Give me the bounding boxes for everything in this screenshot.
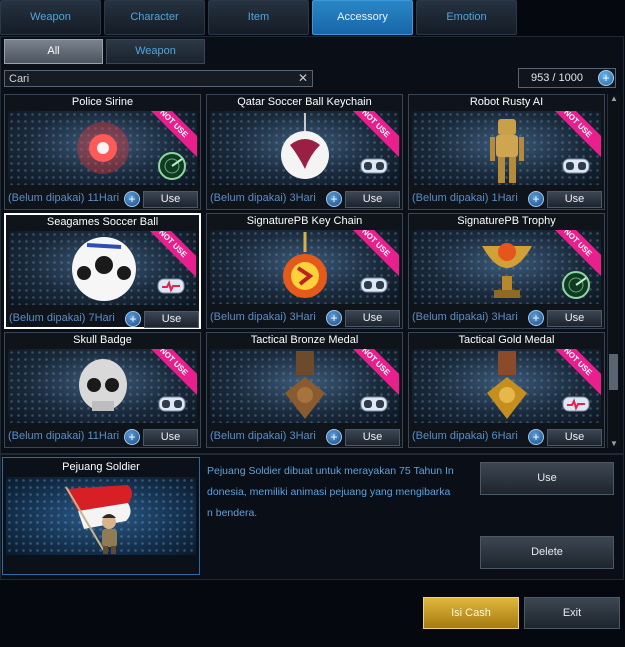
item-image: NOT USE xyxy=(210,111,399,185)
isi-cash-button[interactable]: Isi Cash xyxy=(423,597,519,629)
goggles-icon xyxy=(562,158,590,174)
extend-plus-icon[interactable]: + xyxy=(326,191,342,207)
item-use-button[interactable]: Use xyxy=(345,191,400,208)
item-image: NOT USE xyxy=(412,349,601,423)
item-duration: (Belum dipakai) 7Hari xyxy=(9,312,115,324)
item-image: NOT USE xyxy=(210,349,399,423)
delete-button[interactable]: Delete xyxy=(480,536,614,569)
item-use-button[interactable]: Use xyxy=(143,429,198,446)
item-name: SignaturePB Key Chain xyxy=(246,215,363,227)
item-duration: (Belum dipakai) 3Hari xyxy=(412,311,518,323)
inventory-counter: 953 / 1000 + xyxy=(518,68,616,88)
item-card[interactable]: Tactical Bronze Medal NOT USE (Belum dipak… xyxy=(206,332,403,448)
tab-character[interactable]: Character xyxy=(104,0,205,35)
tab-emotion[interactable]: Emotion xyxy=(416,0,517,35)
search-input[interactable] xyxy=(7,71,297,86)
item-use-button[interactable]: Use xyxy=(547,191,602,208)
subtab-all[interactable]: All xyxy=(4,39,103,64)
tab-item[interactable]: Item xyxy=(208,0,309,35)
goggles-icon xyxy=(158,396,186,412)
item-duration: (Belum dipakai) 3Hari xyxy=(210,430,316,442)
item-name: Tactical Gold Medal xyxy=(458,334,555,346)
item-image: NOT USE xyxy=(8,111,197,185)
item-use-button[interactable]: Use xyxy=(345,429,400,446)
item-name: SignaturePB Trophy xyxy=(457,215,556,227)
search-box[interactable]: ✕ xyxy=(4,70,313,87)
item-card[interactable]: Robot Rusty AI NOT USE (Belum dipakai) 1Ha… xyxy=(408,94,605,210)
extend-plus-icon[interactable]: + xyxy=(124,191,140,207)
item-name: Skull Badge xyxy=(73,334,132,346)
item-name: Tactical Bronze Medal xyxy=(250,334,359,346)
item-duration: (Belum dipakai) 3Hari xyxy=(210,311,316,323)
health-goggles-icon xyxy=(562,396,590,412)
item-description: Pejuang Soldier dibuat untuk merayakan 7… xyxy=(207,465,454,519)
soldier-flag-icon xyxy=(65,485,132,554)
extend-plus-icon[interactable]: + xyxy=(326,429,342,445)
goggles-icon xyxy=(360,396,388,412)
item-name: Robot Rusty AI xyxy=(469,96,544,108)
item-card[interactable]: SignaturePB Trophy NOT USE (Belum dipakai)… xyxy=(408,213,605,329)
scroll-up-icon[interactable]: ▲ xyxy=(608,94,620,103)
item-name: Police Sirine xyxy=(71,96,134,108)
goggles-icon xyxy=(360,158,388,174)
item-image: NOT USE xyxy=(412,111,601,185)
extend-plus-icon[interactable]: + xyxy=(125,311,141,327)
extend-plus-icon[interactable]: + xyxy=(326,310,342,326)
extend-plus-icon[interactable]: + xyxy=(528,429,544,445)
item-image: NOT USE xyxy=(8,349,197,423)
close-icon[interactable]: ✕ xyxy=(298,71,308,86)
inventory-count: 953 / 1000 xyxy=(531,72,583,84)
item-card[interactable]: SignaturePB Key Chain NOT USE (Belum dipak… xyxy=(206,213,403,329)
tab-accessory[interactable]: Accessory xyxy=(312,0,413,35)
item-list-scrollbar[interactable]: ▲ ▼ xyxy=(607,94,620,448)
radar-icon xyxy=(562,271,590,299)
item-image: NOT USE xyxy=(412,230,601,304)
item-use-button[interactable]: Use xyxy=(547,310,602,327)
item-card[interactable]: Seagames Soccer Ball NOT USE (Belum dipaka… xyxy=(4,213,201,329)
item-image: NOT USE xyxy=(210,230,399,304)
use-button[interactable]: Use xyxy=(480,462,614,495)
item-name: Qatar Soccer Ball Keychain xyxy=(237,96,372,108)
item-use-button[interactable]: Use xyxy=(547,429,602,446)
item-duration: (Belum dipakai) 6Hari xyxy=(412,430,518,442)
tab-weapon[interactable]: Weapon xyxy=(0,0,101,35)
item-duration: (Belum dipakai) 11Hari xyxy=(8,430,120,442)
preview-image xyxy=(6,477,196,555)
item-card[interactable]: Qatar Soccer Ball Keychain NOT USE (Belum … xyxy=(206,94,403,210)
item-name: Seagames Soccer Ball xyxy=(46,216,159,228)
item-use-button[interactable]: Use xyxy=(143,191,198,208)
exit-button[interactable]: Exit xyxy=(524,597,620,629)
health-goggles-icon xyxy=(157,278,185,294)
item-use-button[interactable]: Use xyxy=(345,310,400,327)
item-card[interactable]: Tactical Gold Medal NOT USE (Belum dipakai… xyxy=(408,332,605,448)
item-duration: (Belum dipakai) 1Hari xyxy=(412,192,518,204)
preview-item-name: Pejuang Soldier xyxy=(62,461,140,473)
extend-plus-icon[interactable]: + xyxy=(528,310,544,326)
item-image: NOT USE xyxy=(9,231,196,305)
extend-plus-icon[interactable]: + xyxy=(528,191,544,207)
scrollbar-thumb[interactable] xyxy=(609,354,618,390)
item-card[interactable]: Skull Badge NOT USE (Belum dipakai) 11Hari… xyxy=(4,332,201,448)
item-card[interactable]: Police Sirine NOT USE (Belum dipakai) 11Ha… xyxy=(4,94,201,210)
scroll-down-icon[interactable]: ▼ xyxy=(608,439,620,448)
item-duration: (Belum dipakai) 3Hari xyxy=(210,192,316,204)
item-use-button[interactable]: Use xyxy=(144,311,199,328)
extend-plus-icon[interactable]: + xyxy=(124,429,140,445)
item-duration: (Belum dipakai) 11Hari xyxy=(8,192,120,204)
expand-inventory-plus-icon[interactable]: + xyxy=(598,70,614,86)
radar-icon xyxy=(158,152,186,180)
subtab-weapon[interactable]: Weapon xyxy=(106,39,205,64)
goggles-icon xyxy=(360,277,388,293)
preview-panel: Pejuang Soldier xyxy=(2,457,200,575)
